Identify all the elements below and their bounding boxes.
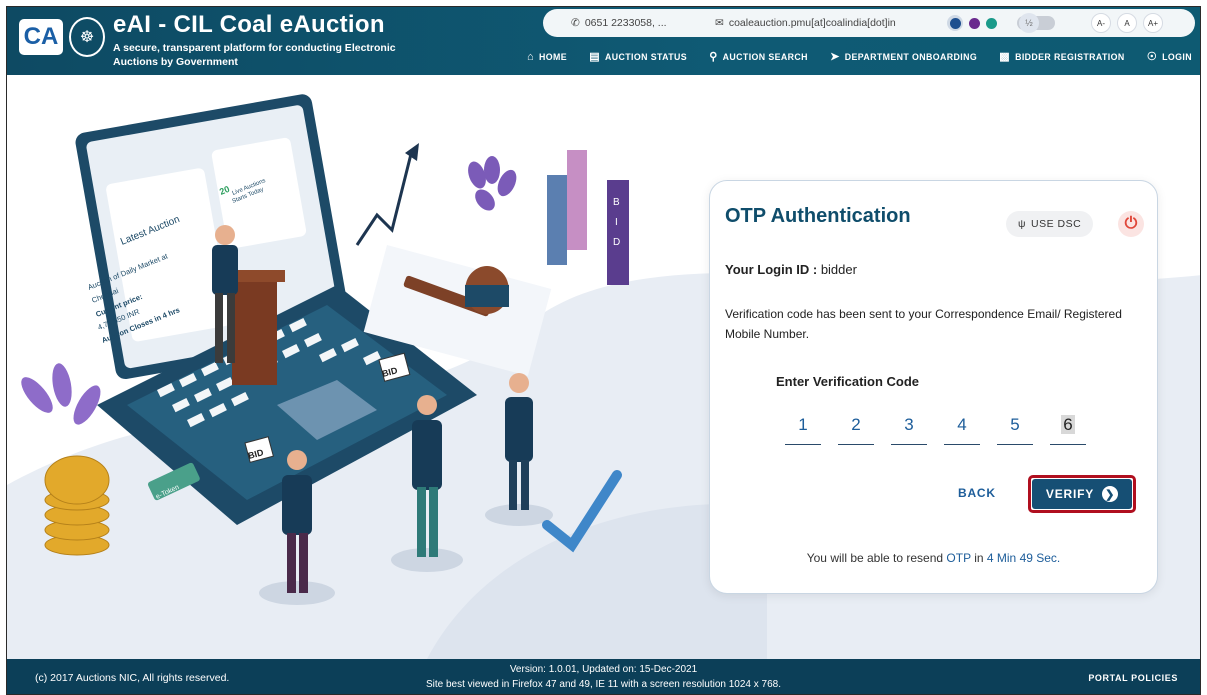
browser-note: Site best viewed in Firefox 47 and 49, I… [425, 679, 782, 690]
nav-auction-status[interactable]: ▤ AUCTION STATUS [589, 50, 687, 63]
font-normal-button[interactable]: A [1117, 13, 1137, 33]
resend-countdown: 4 Min 49 Sec. [986, 551, 1061, 565]
verify-button[interactable]: VERIFY ❯ [1032, 479, 1132, 509]
use-dsc-label: USE DSC [1031, 218, 1082, 230]
bid-bar-letter-i: I [615, 217, 618, 228]
emblem-icon: ☸ [69, 17, 105, 57]
nav-label: DEPARTMENT ONBOARDING [844, 51, 978, 62]
back-button[interactable]: BACK [958, 486, 996, 500]
nav-login[interactable]: ☉ LOGIN [1147, 50, 1192, 63]
theme-teal-swatch[interactable] [986, 17, 997, 29]
nav-label: AUCTION STATUS [605, 51, 688, 62]
nav-label: BIDDER REGISTRATION [1015, 51, 1125, 62]
theme-color-picker [947, 15, 997, 31]
status-icon: ▤ [589, 51, 601, 63]
otp-card: OTP Authentication ψ USE DSC ⏻ Your Logi… [709, 180, 1158, 594]
page-frame: CA ☸ eAI - CIL Coal eAuction A secure, t… [6, 6, 1201, 695]
nav-label: LOGIN [1162, 51, 1192, 62]
theme-purple-swatch[interactable] [969, 17, 980, 29]
bid-bar-letter-d: D [613, 237, 620, 248]
verify-label: VERIFY [1045, 487, 1095, 501]
phone-icon: ✆ [571, 17, 580, 29]
id-card-icon: ▩ [999, 51, 1011, 63]
power-icon: ⏻ [1124, 215, 1138, 232]
otp-digit-6-value: 6 [1061, 415, 1075, 434]
enter-code-label: Enter Verification Code [776, 374, 920, 389]
nav-auction-search[interactable]: ⚲ AUCTION SEARCH [709, 50, 808, 63]
resend-in: in [974, 551, 984, 565]
email-text: coaleauction.pmu[at]coalindia[dot]in [728, 17, 896, 29]
contact-email[interactable]: ✉ coaleauction.pmu[at]coalindia[dot]in [715, 17, 896, 29]
main-nav: ⌂ HOME ▤ AUCTION STATUS ⚲ AUCTION SEARCH… [527, 50, 1192, 64]
login-id-row: Your Login ID : bidder [725, 262, 857, 277]
utility-bar: ✆ 0651 2233058, ... ✉ coaleauction.pmu[a… [543, 9, 1195, 37]
nav-label: HOME [539, 51, 568, 62]
nav-bidder-registration[interactable]: ▩ BIDDER REGISTRATION [999, 50, 1124, 63]
resend-prefix: You will be able to resend [806, 551, 944, 565]
nav-department-onboarding[interactable]: ➤ DEPARTMENT ONBOARDING [830, 50, 977, 63]
otp-digit-5[interactable]: 5 [997, 415, 1033, 445]
otp-digit-1[interactable]: 1 [785, 415, 821, 445]
chevron-right-icon: ❯ [1102, 486, 1119, 502]
verification-message: Verification code has been sent to your … [725, 307, 1122, 341]
font-increase-button[interactable]: A+ [1143, 13, 1163, 33]
portal-policies-link[interactable]: PORTAL POLICIES [1088, 673, 1178, 683]
nav-home[interactable]: ⌂ HOME [527, 50, 567, 63]
contact-phone[interactable]: ✆ 0651 2233058, ... [571, 17, 667, 29]
version-info: Version: 1.0.01, Updated on: 15-Dec-2021… [7, 662, 1200, 692]
otp-digit-6[interactable]: 6 [1050, 415, 1086, 445]
bid-bar-letter-b: B [613, 197, 620, 208]
resend-timer: You will be able to resend OTP in 4 Min … [710, 551, 1157, 565]
site-footer: (c) 2017 Auctions NIC, All rights reserv… [7, 659, 1200, 694]
contrast-toggle[interactable]: ½ [1017, 13, 1055, 33]
phone-text: 0651 2233058, ... [584, 17, 667, 29]
search-icon: ⚲ [709, 51, 718, 63]
otp-title: OTP Authentication [725, 205, 911, 227]
auction-illustration: Latest Auction Auction of Daily Market a… [21, 94, 629, 605]
mail-icon: ✉ [715, 17, 724, 29]
logo-text: CA [23, 23, 59, 50]
otp-digit-4[interactable]: 4 [944, 415, 980, 445]
home-icon: ⌂ [527, 50, 535, 63]
contrast-icon: ½ [1019, 13, 1039, 33]
font-decrease-button[interactable]: A- [1091, 13, 1111, 33]
version-text: Version: 1.0.01, Updated on: 15-Dec-2021 [509, 664, 698, 675]
login-icon: ☉ [1146, 51, 1158, 63]
use-dsc-button[interactable]: ψ USE DSC [1006, 211, 1094, 237]
site-subtitle: A secure, transparent platform for condu… [113, 42, 396, 68]
verify-highlight: VERIFY ❯ [1028, 475, 1136, 513]
login-id-label: Your Login ID : [725, 262, 818, 277]
otp-inputs: 1 2 3 4 5 6 [785, 415, 1086, 445]
site-title: eAI - CIL Coal eAuction [113, 11, 385, 38]
resend-otp-link: OTP [946, 551, 971, 565]
logout-button[interactable]: ⏻ [1118, 211, 1144, 237]
nav-label: AUCTION SEARCH [722, 51, 808, 62]
theme-blue-swatch[interactable] [947, 15, 963, 31]
logo[interactable]: CA [19, 19, 63, 55]
font-size-controls: A- A A+ [1091, 13, 1163, 33]
login-id-value: bidder [820, 262, 857, 277]
otp-digit-2[interactable]: 2 [838, 415, 874, 445]
usb-icon: ψ [1018, 218, 1026, 230]
site-header: CA ☸ eAI - CIL Coal eAuction A secure, t… [7, 7, 1200, 75]
otp-digit-3[interactable]: 3 [891, 415, 927, 445]
rocket-icon: ➤ [830, 51, 840, 63]
